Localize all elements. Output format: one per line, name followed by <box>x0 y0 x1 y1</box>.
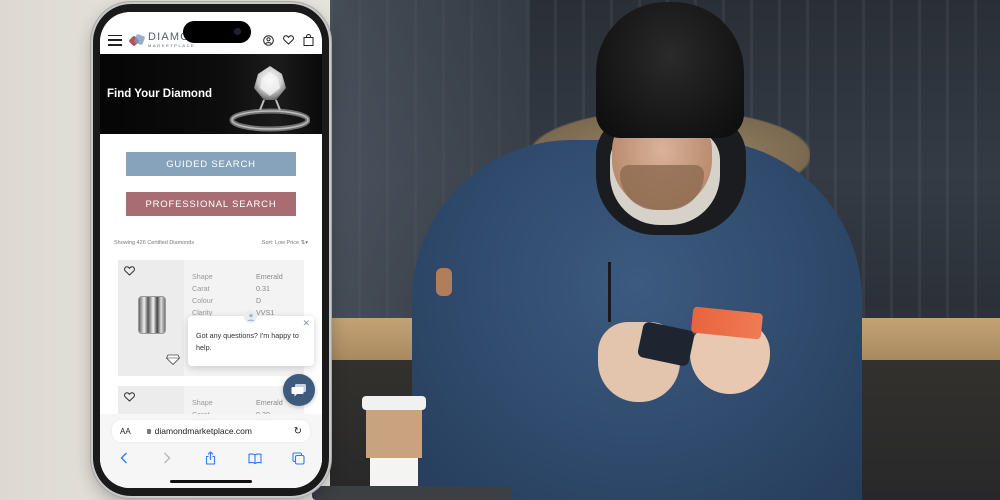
shopping-bag-icon[interactable] <box>303 34 314 46</box>
jacket-zipper <box>608 262 611 322</box>
account-icon[interactable] <box>263 34 274 46</box>
camera-icon <box>234 28 241 35</box>
cup-base <box>370 458 418 486</box>
spec-label: Colour <box>192 295 214 305</box>
tabs-icon[interactable] <box>290 450 306 466</box>
chat-bubble-icon <box>291 384 306 397</box>
phone-screen: DIAMOND MARKETPLACE Find Your Diamond GU… <box>100 12 322 488</box>
cup-lid <box>362 396 426 410</box>
spec-label: Carat <box>192 283 210 293</box>
phone-mockup: DIAMOND MARKETPLACE Find Your Diamond GU… <box>93 4 329 496</box>
spec-row: Shape Emerald <box>192 270 302 282</box>
emerald-cut-diamond-image <box>138 296 166 334</box>
browser-toolbar: AA diamondmarketplace.com ↻ <box>100 414 322 488</box>
favorite-heart-icon[interactable] <box>124 266 135 276</box>
spec-value: D <box>256 295 262 305</box>
spec-label: Shape <box>192 397 213 407</box>
logo-mark-icon <box>128 33 146 47</box>
bookmarks-icon[interactable] <box>247 450 263 466</box>
forward-icon[interactable] <box>159 450 175 466</box>
results-bar: Showing 426 Certified Diamonds Sort: Low… <box>114 240 308 246</box>
lock-icon <box>146 428 151 434</box>
chat-close-icon[interactable]: ✕ <box>302 319 310 328</box>
hero-title: Find Your Diamond <box>107 88 212 100</box>
url-text[interactable]: diamondmarketplace.com <box>155 426 252 436</box>
spec-label: Shape <box>192 271 213 281</box>
menu-icon[interactable] <box>108 34 122 46</box>
logo-word-secondary: MARKETPLACE <box>148 43 196 48</box>
guided-search-button[interactable]: GUIDED SEARCH <box>126 152 296 176</box>
professional-search-button[interactable]: PROFESSIONAL SEARCH <box>126 192 296 216</box>
browser-nav <box>100 448 322 468</box>
diamond-image-panel <box>118 260 184 376</box>
agent-avatar-icon <box>244 310 257 323</box>
sort-dropdown[interactable]: Sort: Low Price ⇅▾ <box>262 240 308 246</box>
diamond-360-icon[interactable] <box>166 354 180 365</box>
spec-row: Carat 0.31 <box>192 282 302 294</box>
chat-launcher-button[interactable] <box>283 374 315 406</box>
spec-value: Emerald <box>256 271 283 281</box>
back-icon[interactable] <box>116 450 132 466</box>
reload-icon[interactable]: ↻ <box>294 426 302 437</box>
dynamic-island <box>183 21 251 43</box>
coffee-cup <box>362 396 426 488</box>
wishlist-heart-icon[interactable] <box>283 35 294 46</box>
spec-value: Emerald <box>256 397 283 407</box>
cup-sleeve <box>366 410 422 458</box>
text-size-button[interactable]: AA <box>120 427 131 436</box>
chat-message: Got any questions? I'm happy to help. <box>196 331 299 352</box>
spec-row: Colour D <box>192 294 302 306</box>
spec-value: 0.31 <box>256 283 270 293</box>
results-count: Showing 426 Certified Diamonds <box>114 240 195 246</box>
chat-popup: ✕ Got any questions? I'm happy to help. <box>188 310 314 366</box>
favorite-heart-icon[interactable] <box>124 392 135 402</box>
diamond-ring-image <box>229 66 310 132</box>
knit-hat <box>596 2 744 138</box>
address-bar[interactable]: AA diamondmarketplace.com ↻ <box>112 420 310 442</box>
hero-banner: Find Your Diamond <box>100 54 322 134</box>
sleeve-patch <box>436 268 452 296</box>
table-edge <box>312 486 512 500</box>
share-icon[interactable] <box>203 450 219 466</box>
home-indicator[interactable] <box>170 480 252 483</box>
